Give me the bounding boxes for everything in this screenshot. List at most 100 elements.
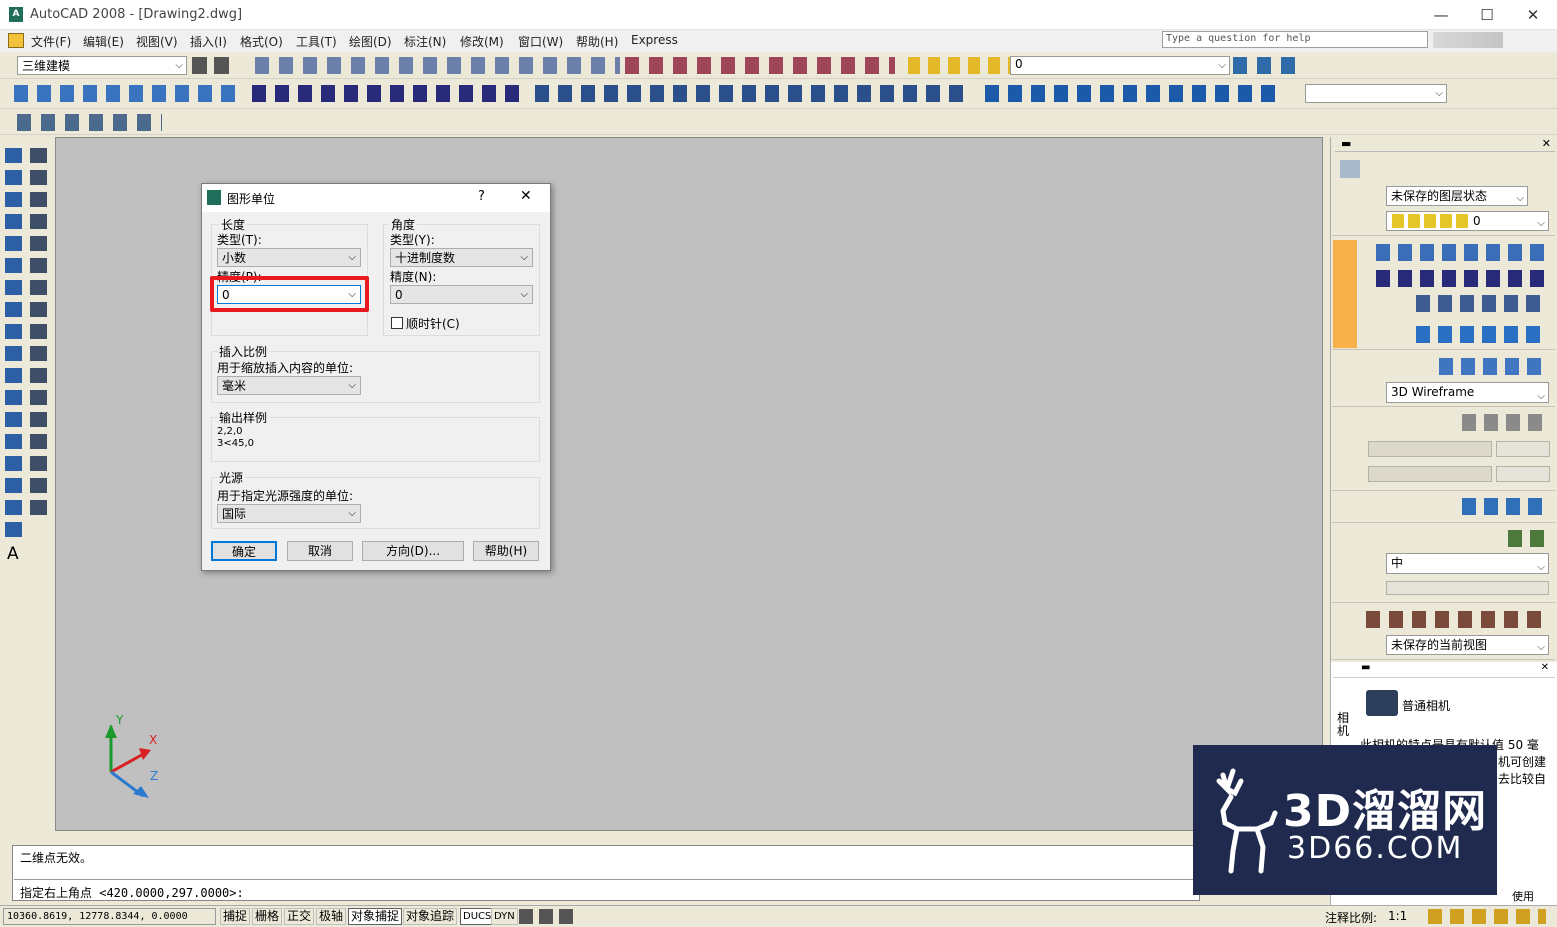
highlight-box [210,276,369,312]
deer-logo-icon [1216,768,1278,874]
menu-file[interactable]: 文件(F) [31,33,71,50]
ducs-toggle[interactable]: DUCS [460,908,495,925]
menu-dimension[interactable]: 标注(N) [404,33,446,50]
time-slider[interactable] [1368,466,1492,482]
brightness-slider[interactable] [1368,441,1492,457]
text-tool-icon[interactable]: A [7,544,19,564]
chevron-down-icon: ⌵ [1537,642,1545,653]
angle-type-select[interactable]: 十进制度数 ⌵ [390,248,533,267]
3d-make-icons-row3[interactable] [1416,295,1546,312]
minimize-button[interactable]: — [1418,0,1464,30]
dialog-help-button[interactable]: ? [478,189,485,204]
layer-state-icons[interactable] [908,57,1013,74]
angle-precision-select[interactable]: 0 ⌵ [390,285,533,304]
direction-button[interactable]: 方向(D)... [362,541,464,561]
insert-scale-label: 插入比例 [217,343,270,360]
render-quality-combo[interactable]: 中 ⌵ [1386,553,1549,574]
chevron-down-icon: ⌵ [520,289,528,300]
grid-toggle[interactable]: 栅格 [252,908,283,925]
ucs-y-label: Y [115,713,124,727]
angle-type-label: 类型(Y): [390,233,435,247]
draw-tools-icons[interactable] [5,148,22,538]
menu-modify[interactable]: 修改(M) [460,33,504,50]
dialog-help-text-button[interactable]: 帮助(H) [473,541,539,561]
visual-style-tool-icons[interactable] [1439,358,1549,375]
camera-palette-tab[interactable]: 相机 [1337,712,1351,738]
modeling-icons[interactable] [14,85,244,102]
menu-format[interactable]: 格式(O) [240,33,283,50]
views-icons[interactable] [985,85,1277,102]
render-quality-value: 中 [1391,556,1404,570]
camera-icon[interactable] [1366,690,1398,716]
camera-footer: 使用 [1512,890,1534,903]
insert-units-select[interactable]: 毫米 ⌵ [217,376,361,395]
3d-make-icons-row1[interactable] [1376,244,1546,261]
modify-tools-icons[interactable] [30,148,47,518]
menu-express[interactable]: Express [631,33,678,47]
panel-collapse-icon[interactable]: ▬ [1341,137,1351,150]
menu-insert[interactable]: 插入(I) [190,33,227,50]
help-search-buttons[interactable] [1433,32,1503,48]
ok-button[interactable]: 确定 [211,541,277,561]
dyn-toggle[interactable]: DYN [491,908,518,925]
osnap-toggle[interactable]: 对象捕捉 [348,908,403,925]
close-button[interactable]: ✕ [1510,0,1556,30]
menu-tools[interactable]: 工具(T) [296,33,337,50]
current-view-value: 未保存的当前视图 [1391,638,1488,652]
status-tray-icons[interactable] [519,909,579,924]
command-prompt[interactable]: 指定右上角点 <420.0000,297.0000>: [20,884,244,901]
status-right-icons[interactable] [1428,909,1546,924]
layer-combo[interactable]: 0 ⌵ [1010,56,1230,75]
navigation-tool-icons[interactable] [1366,611,1548,628]
zoom-tools-icons[interactable] [625,57,895,74]
time-field[interactable] [1496,466,1550,482]
render-slider[interactable] [1386,581,1549,595]
maximize-button[interactable]: ☐ [1464,0,1510,30]
length-type-select[interactable]: 小数 ⌵ [217,248,361,267]
workspace-combo[interactable]: 三维建模 ⌵ [17,56,187,75]
window-title: AutoCAD 2008 - [Drawing2.dwg] [30,7,243,22]
chevron-down-icon: ⌵ [1537,390,1545,402]
visual-style-combo[interactable]: 3D Wireframe ⌵ [1386,382,1549,403]
document-menu-icon[interactable] [8,33,24,48]
view-select-combo[interactable]: ⌵ [1305,84,1447,103]
material-tool-icons[interactable] [1462,498,1548,515]
light-tool-icons[interactable] [1462,414,1548,431]
toolbar-visual-styles [0,109,1557,135]
snap-toggle[interactable]: 捕捉 [220,908,251,925]
palette-collapse-icon[interactable]: ▬ [1361,662,1370,673]
3d-make-icons-row2[interactable] [1376,270,1546,287]
solid-editing-icons-2[interactable] [535,85,970,102]
polar-toggle[interactable]: 极轴 [316,908,347,925]
menu-draw[interactable]: 绘图(D) [349,33,392,50]
camera-tool-title[interactable]: 普通相机 [1402,697,1450,714]
ortho-toggle[interactable]: 正交 [284,908,315,925]
lighting-units-select[interactable]: 国际 ⌵ [217,504,361,523]
workspace-settings-icon[interactable] [192,57,232,74]
menu-help[interactable]: 帮助(H) [576,33,618,50]
coordinates-readout[interactable]: 10360.8619, 12778.8344, 0.0000 [3,908,216,925]
current-view-combo[interactable]: 未保存的当前视图 ⌵ [1386,635,1549,655]
menu-window[interactable]: 窗口(W) [518,33,563,50]
sample-output-label: 输出样例 [217,409,270,426]
standard-tools-icons[interactable] [255,57,620,74]
layer-tools-icons[interactable] [1233,57,1301,74]
annotation-scale-value[interactable]: 1:1 [1388,909,1407,923]
render-tool-icons[interactable] [1508,530,1548,547]
help-search-input[interactable]: Type a question for help [1162,31,1428,48]
menu-view[interactable]: 视图(V) [136,33,178,50]
dialog-app-icon [207,190,221,205]
brightness-field[interactable] [1496,441,1550,457]
insert-units-value: 毫米 [222,379,247,393]
layer-state-combo[interactable]: 未保存的图层状态 ⌵ [1386,186,1528,206]
palette-close-icon[interactable]: ✕ [1541,662,1549,673]
panel-close-icon[interactable]: ✕ [1542,137,1551,150]
otrack-toggle[interactable]: 对象追踪 [403,908,458,925]
clockwise-checkbox[interactable] [391,317,403,329]
visual-style-icons[interactable] [17,114,162,131]
solid-editing-icons[interactable] [252,85,527,102]
dialog-close-button[interactable]: ✕ [520,188,532,204]
cancel-button[interactable]: 取消 [287,541,353,561]
menu-edit[interactable]: 编辑(E) [83,33,124,50]
3d-make-icons-row4[interactable] [1416,326,1546,343]
